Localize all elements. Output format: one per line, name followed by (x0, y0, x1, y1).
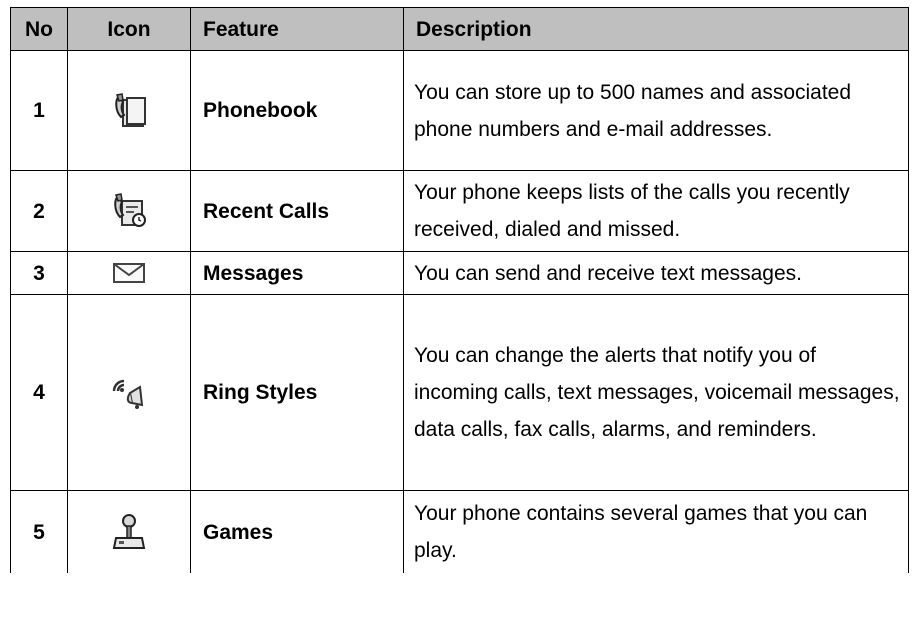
header-icon: Icon (67, 7, 191, 51)
feature-name: Recent Calls (190, 170, 404, 252)
phonebook-icon (67, 50, 191, 171)
feature-name: Ring Styles (190, 294, 404, 491)
feature-name: Games (190, 490, 404, 573)
feature-name: Phonebook (190, 50, 404, 171)
feature-description: You can store up to 500 names and associ… (403, 50, 909, 171)
table-row: 3 Messages You can send and receive text… (10, 251, 909, 295)
feature-description: You can change the alerts that notify yo… (403, 294, 909, 491)
row-number: 2 (10, 170, 68, 252)
row-number: 1 (10, 50, 68, 171)
feature-name: Messages (190, 251, 404, 295)
row-number: 4 (10, 294, 68, 491)
row-number: 3 (10, 251, 68, 295)
table-row: 1 Phonebook You can store up to 500 name… (10, 50, 909, 171)
envelope-icon (67, 251, 191, 295)
header-row: No Icon Feature Description (10, 7, 909, 51)
header-feature: Feature (190, 7, 404, 51)
feature-description: Your phone keeps lists of the calls you … (403, 170, 909, 252)
feature-description: Your phone contains several games that y… (403, 490, 909, 573)
header-no: No (10, 7, 68, 51)
features-table: No Icon Feature Description 1 Phonebook … (10, 7, 909, 573)
table-row: 2 Recent Calls Your phone keeps lists of… (10, 170, 909, 252)
header-description: Description (403, 7, 909, 51)
joystick-icon (67, 490, 191, 573)
row-number: 5 (10, 490, 68, 573)
table-row: 4 Ring Styles You can change the alerts … (10, 294, 909, 491)
ring-styles-icon (67, 294, 191, 491)
table-row: 5 Games Your phone contains several game… (10, 490, 909, 573)
recent-calls-icon (67, 170, 191, 252)
feature-description: You can send and receive text messages. (403, 251, 909, 295)
